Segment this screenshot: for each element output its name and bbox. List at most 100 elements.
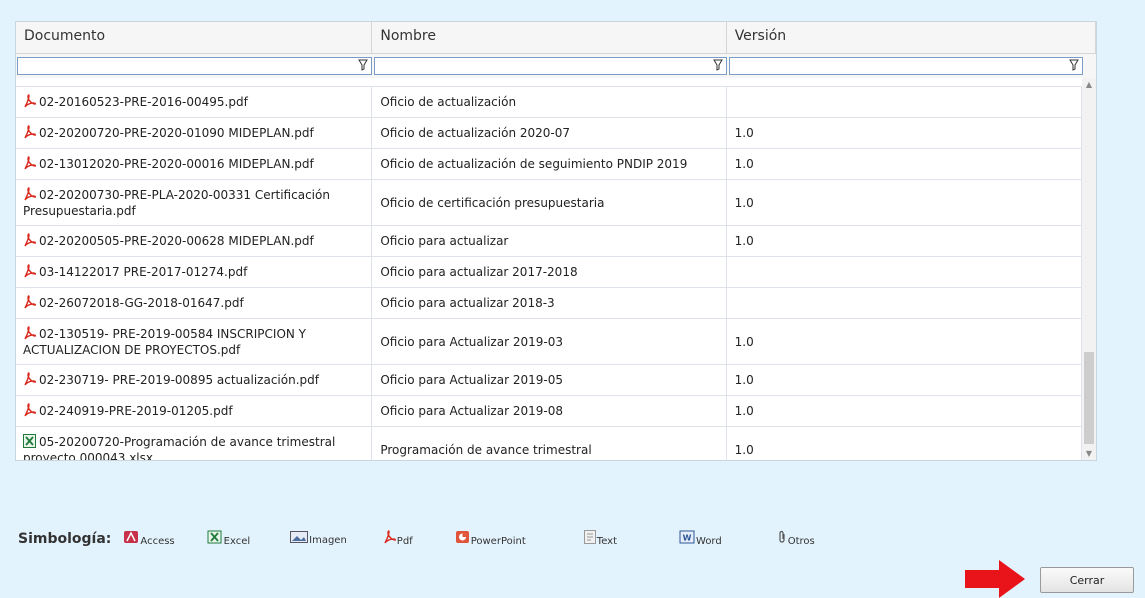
version-cell: 1.0 — [727, 319, 1082, 364]
name-cell: Oficio para actualizar 2017-2018 — [372, 257, 727, 287]
pdf-icon — [23, 326, 37, 343]
document-cell[interactable]: 02-20200730-PRE-PLA-2020-00331 Certifica… — [16, 180, 373, 225]
name-cell: Oficio para actualizar 2018-3 — [372, 288, 727, 318]
close-button[interactable]: Cerrar — [1040, 567, 1134, 593]
document-cell[interactable]: 02-20160523-PRE-2016-00495.pdf — [16, 87, 373, 117]
document-cell[interactable]: 02-230719- PRE-2019-00895 actualización.… — [16, 365, 373, 395]
name-cell: Oficio para Actualizar 2019-08 — [372, 396, 727, 426]
table-row[interactable]: 03-14122017 PRE-2017-01274.pdf Oficio par… — [16, 257, 1082, 288]
filter-icon[interactable] — [1068, 59, 1080, 73]
pdf-icon — [23, 294, 37, 312]
version-cell: 1.0 — [727, 118, 1082, 148]
table-row[interactable]: 02-20200720-PRE-2020-01090 MIDEPLAN.pdf O… — [16, 118, 1082, 149]
document-cell[interactable]: 02-130519- PRE-2019-00584 INSCRIPCION Y … — [16, 319, 373, 364]
pdf-icon — [23, 93, 37, 111]
filter-icon[interactable] — [712, 59, 724, 73]
scrollbar-thumb[interactable] — [1084, 352, 1094, 444]
document-cell[interactable]: 05-20200720-Programación de avance trime… — [16, 427, 373, 460]
table-row[interactable]: 02-240919-PRE-2019-01205.pdf Oficio para … — [16, 396, 1082, 427]
document-cell[interactable]: 03-14122017 PRE-2017-01274.pdf — [16, 257, 373, 287]
grid-rows: 02-20160523-PRE-2016-00495.pdf Oficio de … — [16, 78, 1082, 460]
legend-item-imagen: Imagen — [290, 531, 347, 546]
table-row[interactable]: 02-13012020-PRE-2020-00016 MIDEPLAN.pdf O… — [16, 149, 1082, 180]
legend-label: Otros — [787, 536, 815, 547]
text-icon — [583, 530, 596, 547]
version-cell: 1.0 — [727, 365, 1082, 395]
pdf-icon — [23, 187, 37, 204]
svg-text:W: W — [683, 534, 692, 543]
table-row[interactable]: 05-20200720-Programación de avance trime… — [16, 427, 1082, 460]
column-header-nombre[interactable]: Nombre — [372, 22, 727, 53]
grid-body: 02-20160523-PRE-2016-00495.pdf Oficio de … — [16, 78, 1096, 460]
version-cell: 1.0 — [727, 226, 1082, 256]
image-icon — [290, 531, 309, 546]
name-cell: Oficio de actualización — [372, 87, 727, 117]
filter-version-input[interactable] — [729, 57, 1083, 75]
document-filename[interactable]: 02-20160523-PRE-2016-00495.pdf — [39, 95, 248, 109]
legend-label: Pdf — [396, 536, 413, 547]
pdf-icon — [23, 402, 37, 420]
column-header-documento[interactable]: Documento — [16, 22, 373, 53]
version-cell — [727, 87, 1082, 117]
scroll-down-icon[interactable]: ▼ — [1082, 447, 1096, 460]
table-row[interactable]: 02-230719- PRE-2019-00895 actualización.… — [16, 365, 1082, 396]
document-filename[interactable]: 02-20200505-PRE-2020-00628 MIDEPLAN.pdf — [39, 234, 314, 248]
legend-label: Access — [140, 536, 175, 547]
table-row[interactable]: 02-20200730-PRE-PLA-2020-00331 Certifica… — [16, 180, 1082, 226]
document-filename[interactable]: 02-20200720-PRE-2020-01090 MIDEPLAN.pdf — [39, 126, 314, 140]
document-filename[interactable]: 05-20200720-Programación de avance trime… — [23, 435, 335, 460]
document-filename[interactable]: 02-230719- PRE-2019-00895 actualización.… — [39, 373, 319, 387]
document-cell[interactable]: 02-240919-PRE-2019-01205.pdf — [16, 396, 373, 426]
version-cell — [727, 288, 1082, 318]
table-row[interactable]: 02-20200505-PRE-2020-00628 MIDEPLAN.pdf O… — [16, 226, 1082, 257]
name-cell: Oficio para Actualizar 2019-05 — [372, 365, 727, 395]
version-cell: 1.0 — [727, 149, 1082, 179]
legend-item-excel: Excel — [207, 530, 251, 547]
document-cell[interactable]: 02-20200505-PRE-2020-00628 MIDEPLAN.pdf — [16, 226, 373, 256]
name-cell: Oficio de certificación presupuestaria — [372, 180, 727, 225]
red-arrow-icon — [965, 560, 1025, 598]
table-row[interactable]: 02-20160523-PRE-2016-00495.pdf Oficio de … — [16, 87, 1082, 118]
document-cell[interactable]: 02-26072018-GG-2018-01647.pdf — [16, 288, 373, 318]
legend-item-access: Access — [123, 530, 175, 547]
legend-title: Simbología: — [18, 530, 112, 547]
document-filename[interactable]: 02-13012020-PRE-2020-00016 MIDEPLAN.pdf — [39, 157, 314, 171]
document-filename[interactable]: 03-14122017 PRE-2017-01274.pdf — [39, 265, 247, 279]
word-icon: W — [679, 530, 695, 547]
filter-documento-input[interactable] — [17, 57, 372, 75]
legend-label: PowerPoint — [470, 536, 526, 547]
document-filename[interactable]: 02-26072018-GG-2018-01647.pdf — [39, 296, 244, 310]
paperclip-icon — [778, 530, 787, 547]
document-cell[interactable]: 02-13012020-PRE-2020-00016 MIDEPLAN.pdf — [16, 149, 373, 179]
filter-icon[interactable] — [357, 59, 369, 73]
table-row[interactable]: 02-26072018-GG-2018-01647.pdf Oficio para… — [16, 288, 1082, 319]
table-row[interactable]: 02-130519- PRE-2019-00584 INSCRIPCION Y … — [16, 319, 1082, 365]
clipped-row — [16, 78, 1082, 87]
filter-nombre-input[interactable] — [374, 57, 727, 75]
document-filename[interactable]: 02-240919-PRE-2019-01205.pdf — [39, 404, 233, 418]
document-cell[interactable]: 02-20200720-PRE-2020-01090 MIDEPLAN.pdf — [16, 118, 373, 148]
name-cell: Oficio para Actualizar 2019-03 — [372, 319, 727, 364]
document-filename[interactable]: 02-20200730-PRE-PLA-2020-00331 Certifica… — [23, 188, 330, 218]
name-cell: Oficio para actualizar — [372, 226, 727, 256]
vertical-scrollbar[interactable]: ▲ ▼ — [1082, 78, 1096, 460]
document-filename[interactable]: 02-130519- PRE-2019-00584 INSCRIPCION Y … — [23, 327, 306, 357]
scroll-up-icon[interactable]: ▲ — [1082, 78, 1096, 92]
name-cell: Oficio de actualización de seguimiento P… — [372, 149, 727, 179]
name-cell: Oficio de actualización 2020-07 — [372, 118, 727, 148]
legend-label: Excel — [223, 536, 251, 547]
legend: Simbología: Access Excel Imagen Pdf PowerPoi… — [18, 530, 815, 547]
excel-icon — [23, 434, 36, 451]
legend-item-otros: Otros — [778, 530, 815, 547]
column-header-version[interactable]: Versión — [727, 22, 1096, 53]
documents-grid: Documento Nombre Versión 02-20160523-PRE… — [15, 21, 1097, 461]
legend-label: Imagen — [309, 535, 347, 546]
legend-label: Word — [696, 536, 722, 547]
access-icon — [123, 530, 139, 547]
grid-header: Documento Nombre Versión — [16, 22, 1096, 54]
excel-icon — [207, 530, 223, 547]
version-cell: 1.0 — [727, 396, 1082, 426]
pdf-icon — [23, 263, 37, 281]
pdf-icon — [23, 232, 37, 250]
powerpoint-icon — [455, 530, 470, 547]
